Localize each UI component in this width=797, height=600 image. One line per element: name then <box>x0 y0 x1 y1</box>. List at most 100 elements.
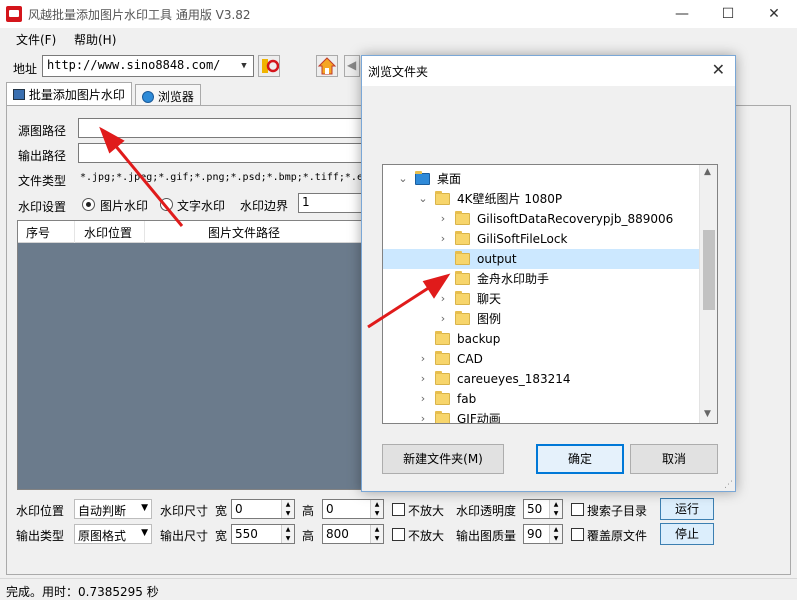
quality-label: 输出图质量 <box>456 529 517 543</box>
watermark-margin-label: 水印边界 <box>240 199 289 213</box>
column-index[interactable]: 序号 <box>26 224 50 241</box>
chevron-right-icon[interactable]: › <box>437 269 449 289</box>
text-watermark-radio[interactable] <box>160 198 173 211</box>
folder-icon <box>435 391 450 405</box>
address-label: 地址 <box>13 62 38 76</box>
new-folder-button[interactable]: 新建文件夹(M) <box>382 444 504 474</box>
chevron-down-icon: ▼ <box>141 503 148 513</box>
chevron-right-icon[interactable]: › <box>437 289 449 309</box>
dialog-close-button[interactable]: ✕ <box>712 60 725 79</box>
chevron-right-icon[interactable]: › <box>417 389 429 409</box>
tree-item[interactable]: › GIF动画 <box>383 409 699 423</box>
tree-scrollbar[interactable]: ▲ ▼ <box>699 165 717 423</box>
address-combobox[interactable]: http://www.sino8848.com/ ▼ <box>42 55 254 77</box>
watermark-margin-input[interactable]: 1 <box>298 193 364 213</box>
tree-item[interactable]: › GiliSoftFileLock <box>383 229 699 249</box>
out-width-value: 550 <box>235 527 258 541</box>
tree-item[interactable]: › fab <box>383 389 699 409</box>
column-file-path[interactable]: 图片文件路径 <box>208 224 280 241</box>
close-button[interactable]: ✕ <box>751 0 797 28</box>
out-no-enlarge-checkbox[interactable] <box>392 528 405 541</box>
quality-stepper[interactable]: 90 ▲ ▼ <box>523 524 563 544</box>
tab-browser[interactable]: 浏览器 <box>135 84 201 106</box>
tree-item[interactable]: ⌄ 桌面 <box>383 169 699 189</box>
position-label: 水印位置 <box>16 504 65 518</box>
go-button[interactable] <box>258 55 280 77</box>
chevron-right-icon[interactable]: › <box>417 349 429 369</box>
tree-item[interactable]: output <box>383 249 699 269</box>
scroll-up-icon[interactable]: ▲ <box>704 167 711 177</box>
folder-icon <box>435 351 450 365</box>
menu-help[interactable]: 帮助(H) <box>74 31 116 48</box>
spin-arrows-icon[interactable]: ▲ ▼ <box>281 525 294 543</box>
position-select[interactable]: 自动判断 ▼ <box>74 499 152 519</box>
chevron-right-icon[interactable]: › <box>437 209 449 229</box>
menu-file[interactable]: 文件(F) <box>16 31 56 48</box>
tree-item-label: 聊天 <box>477 292 502 306</box>
chevron-down-icon[interactable]: ⌄ <box>397 169 409 189</box>
out-height-stepper[interactable]: 800 ▲ ▼ <box>322 524 384 544</box>
tree-item[interactable]: › 聊天 <box>383 289 699 309</box>
tree-item[interactable]: backup <box>383 329 699 349</box>
maximize-button[interactable]: ☐ <box>705 0 751 28</box>
source-path-input[interactable] <box>78 118 368 138</box>
chevron-right-icon[interactable]: › <box>437 309 449 329</box>
file-list[interactable]: 序号 水印位置 图片文件路径 <box>17 220 367 490</box>
spin-arrows-icon[interactable]: ▲ ▼ <box>281 500 294 518</box>
output-type-select[interactable]: 原图格式 ▼ <box>74 524 152 544</box>
tree-item[interactable]: › 图例 <box>383 309 699 329</box>
overwrite-checkbox[interactable] <box>571 528 584 541</box>
tree-item[interactable]: › 金舟水印助手 <box>383 269 699 289</box>
spin-arrows-icon[interactable]: ▲ ▼ <box>549 525 562 543</box>
tree-item[interactable]: › careueyes_183214 <box>383 369 699 389</box>
ok-button[interactable]: 确定 <box>536 444 624 474</box>
stop-button[interactable]: 停止 <box>660 523 714 545</box>
chevron-down-icon[interactable]: ▼ <box>237 58 251 74</box>
image-watermark-label: 图片水印 <box>100 199 149 213</box>
wm-no-enlarge-label: 不放大 <box>408 504 445 518</box>
folder-tree[interactable]: ⌄ 桌面 ⌄ 4K壁纸图片 1080P › GilisoftDataRecoverypjb… <box>382 164 718 424</box>
file-type-label: 文件类型 <box>18 174 67 188</box>
image-watermark-radio[interactable] <box>82 198 95 211</box>
home-icon <box>317 57 337 75</box>
scroll-thumb[interactable] <box>703 230 715 310</box>
out-width-stepper[interactable]: 550 ▲ ▼ <box>231 524 295 544</box>
opacity-stepper[interactable]: 50 ▲ ▼ <box>523 499 563 519</box>
tree-item-label: output <box>477 252 517 266</box>
tree-item[interactable]: ⌄ 4K壁纸图片 1080P <box>383 189 699 209</box>
file-type-value[interactable]: *.jpg;*.jpeg;*.gif;*.png;*.psd;*.bmp;*.t… <box>80 172 362 183</box>
chevron-down-icon: ▼ <box>141 528 148 538</box>
scroll-down-icon[interactable]: ▼ <box>704 409 711 419</box>
wm-height-stepper[interactable]: 0 ▲ ▼ <box>322 499 384 519</box>
tree-item-label: 图例 <box>477 312 502 326</box>
folder-icon <box>435 371 450 385</box>
tree-item[interactable]: › GilisoftDataRecoverypjb_889006 <box>383 209 699 229</box>
spin-arrows-icon[interactable]: ▲ ▼ <box>549 500 562 518</box>
chevron-right-icon[interactable]: › <box>417 369 429 389</box>
resize-grip-icon[interactable]: ⋰ <box>724 480 733 490</box>
back-button[interactable]: ◀ <box>344 55 360 77</box>
chevron-right-icon[interactable]: › <box>437 229 449 249</box>
chevron-right-icon[interactable]: › <box>417 409 429 423</box>
spin-arrows-icon[interactable]: ▲ ▼ <box>370 525 383 543</box>
minimize-button[interactable]: — <box>659 0 705 28</box>
column-position[interactable]: 水印位置 <box>84 224 132 241</box>
run-button[interactable]: 运行 <box>660 498 714 520</box>
chevron-down-icon[interactable]: ⌄ <box>417 189 429 209</box>
wm-no-enlarge-checkbox[interactable] <box>392 503 405 516</box>
tree-item-label: 4K壁纸图片 1080P <box>457 192 563 206</box>
opacity-label: 水印透明度 <box>456 504 517 518</box>
tree-item[interactable]: › CAD <box>383 349 699 369</box>
home-button[interactable] <box>316 55 338 77</box>
search-subdir-checkbox[interactable] <box>571 503 584 516</box>
spin-arrows-icon[interactable]: ▲ ▼ <box>370 500 383 518</box>
tree-item-label: GiliSoftFileLock <box>477 232 568 246</box>
source-path-label: 源图路径 <box>18 124 67 138</box>
cancel-button[interactable]: 取消 <box>630 444 718 474</box>
tree-item-label: careueyes_183214 <box>457 372 571 386</box>
wm-width-stepper[interactable]: 0 ▲ ▼ <box>231 499 295 519</box>
out-size-label: 输出尺寸 <box>160 529 209 543</box>
output-type-label: 输出类型 <box>16 529 65 543</box>
output-path-input[interactable] <box>78 143 368 163</box>
tab-batch-watermark[interactable]: 批量添加图片水印 <box>6 82 132 106</box>
